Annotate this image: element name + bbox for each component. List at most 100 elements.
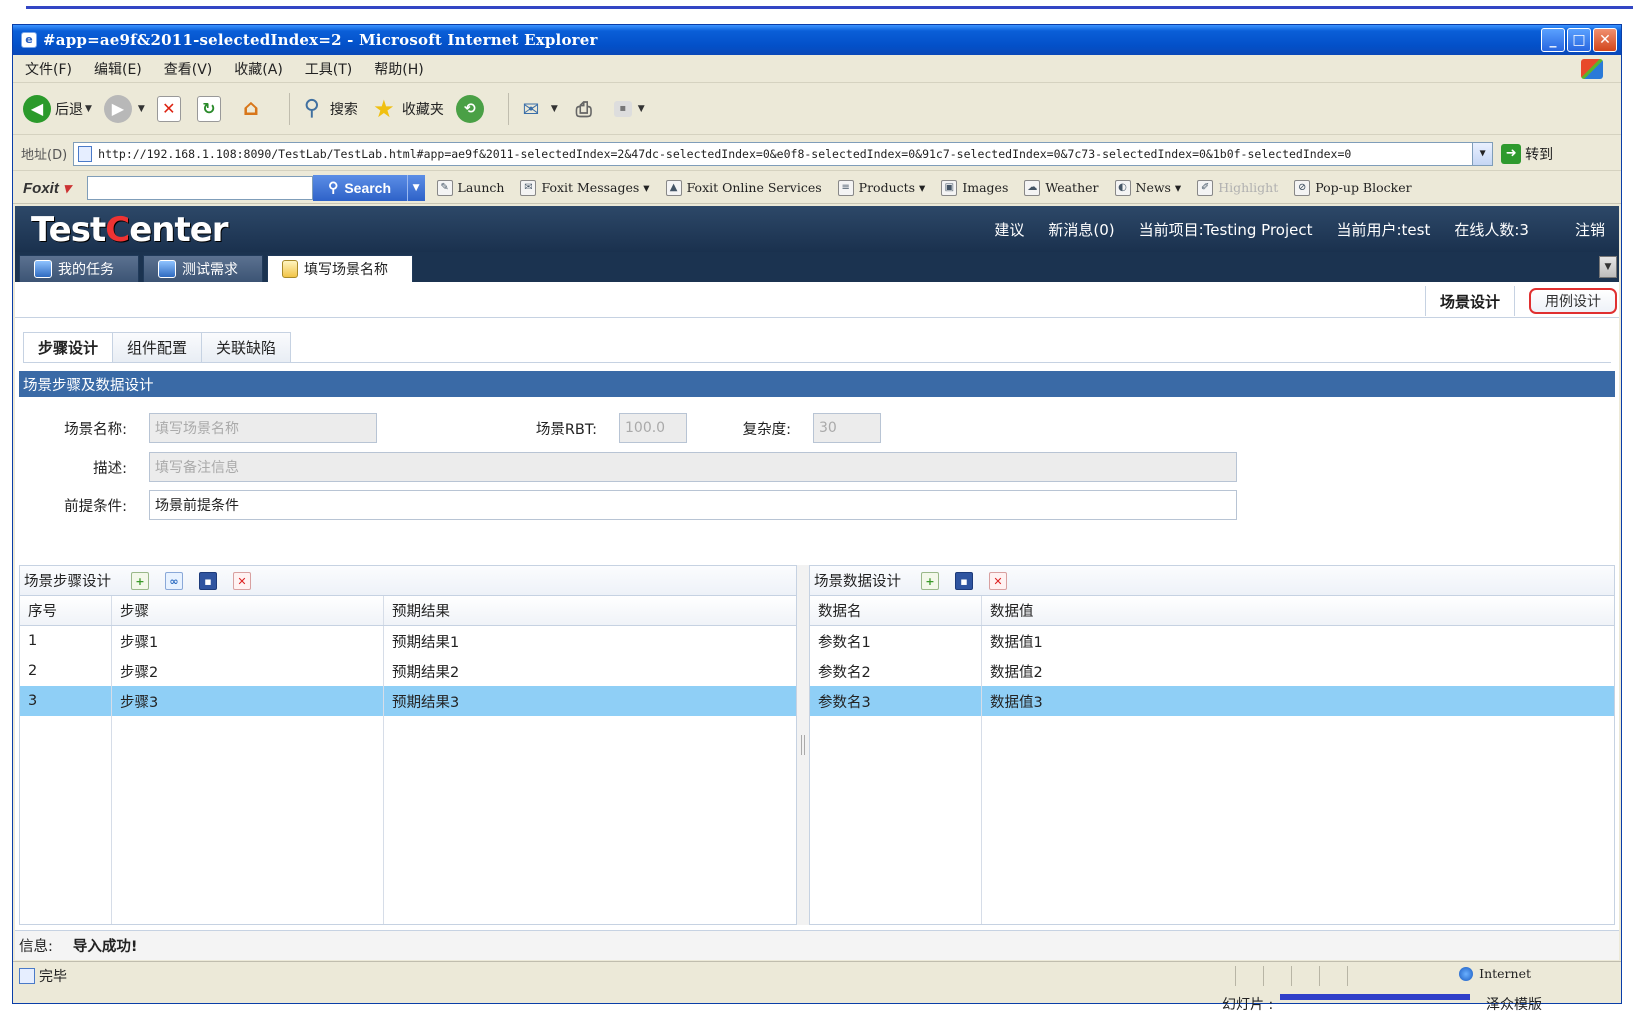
- col-step[interactable]: 步骤: [112, 596, 384, 625]
- save-icon[interactable]: ▪: [955, 571, 973, 590]
- data-panel: 场景数据设计 + ▪ ✕ 数据名 数据值 参数名1 数据值1 参数名2 数据值2…: [809, 565, 1615, 925]
- go-button[interactable]: ➜ 转到: [1501, 143, 1553, 164]
- col-seq[interactable]: 序号: [20, 596, 112, 625]
- mail-button[interactable]: ✉ ▼: [517, 95, 558, 123]
- logout-link[interactable]: 注销: [1575, 219, 1605, 240]
- foxit-products[interactable]: ≡ Products ▾: [837, 179, 925, 196]
- menu-file[interactable]: 文件(F): [25, 59, 72, 79]
- foxit-search-label: Search: [344, 179, 392, 196]
- table-row[interactable]: 参数名1 数据值1: [810, 626, 1614, 656]
- foxit-images[interactable]: ▣ Images: [941, 179, 1008, 196]
- address-dropdown-icon[interactable]: ▼: [1472, 142, 1493, 165]
- address-input[interactable]: http://192.168.1.108:8090/TestLab/TestLa…: [73, 141, 1494, 166]
- status-panel: [1263, 966, 1291, 986]
- foxit-search-button[interactable]: ⚲ Search: [312, 174, 407, 201]
- mail-icon: ✉: [522, 96, 540, 121]
- description-input[interactable]: 填写备注信息: [149, 452, 1237, 482]
- stop-button[interactable]: ✕: [156, 95, 185, 122]
- extra-tool-dropdown-icon[interactable]: ▼: [638, 104, 645, 114]
- add-step-icon[interactable]: +: [131, 571, 149, 590]
- scene-name-label: 场景名称:: [64, 421, 127, 438]
- history-button[interactable]: ⟲: [455, 94, 488, 123]
- complexity-input[interactable]: 30: [813, 413, 881, 443]
- online-services-icon: ▲: [665, 179, 682, 196]
- menu-edit[interactable]: 编辑(E): [94, 59, 142, 79]
- foxit-products-label: Products: [858, 180, 916, 195]
- delete-step-icon[interactable]: ✕: [233, 571, 251, 590]
- cell-seq: 1: [20, 626, 112, 656]
- foxit-news[interactable]: ◐ News ▾: [1114, 179, 1181, 196]
- tab-scene-name[interactable]: 填写场景名称: [267, 255, 413, 282]
- tab-step-design[interactable]: 步骤设计: [23, 332, 114, 362]
- precondition-input[interactable]: 场景前提条件: [149, 490, 1237, 520]
- page-viewport: TestCenter 建议 新消息(0) 当前项目:Testing Projec…: [15, 206, 1619, 930]
- tab-my-tasks[interactable]: 我的任务: [19, 255, 139, 282]
- mail-dropdown-icon[interactable]: ▼: [551, 104, 558, 114]
- menu-favorites[interactable]: 收藏(A): [234, 59, 283, 79]
- maximize-icon[interactable]: □: [1567, 28, 1591, 52]
- scene-design-tab[interactable]: 场景设计: [1424, 286, 1515, 316]
- back-button[interactable]: ◀ 后退 ▼: [23, 94, 92, 123]
- tab-test-requirements[interactable]: 测试需求: [143, 255, 263, 282]
- messages-link[interactable]: 新消息(0): [1048, 219, 1114, 240]
- status-panel: [1235, 966, 1263, 986]
- close-icon[interactable]: ✕: [1593, 28, 1617, 52]
- foxit-popup-blocker[interactable]: ⊘ Pop-up Blocker: [1294, 179, 1412, 196]
- add-data-icon[interactable]: +: [921, 571, 939, 590]
- search-button[interactable]: ⚲ 搜索: [298, 95, 358, 123]
- suggest-link[interactable]: 建议: [994, 219, 1024, 240]
- refresh-button[interactable]: ↻: [196, 95, 225, 122]
- tab-linked-defects[interactable]: 关联缺陷: [201, 332, 292, 362]
- col-data-value[interactable]: 数据值: [982, 596, 1614, 625]
- col-expected[interactable]: 预期结果: [384, 596, 796, 625]
- minimize-icon[interactable]: _: [1541, 28, 1565, 52]
- foxit-weather[interactable]: ☁ Weather: [1024, 179, 1099, 196]
- col-data-name[interactable]: 数据名: [810, 596, 982, 625]
- scene-name-input[interactable]: 填写场景名称: [149, 413, 377, 443]
- forward-button[interactable]: ▶ ▼: [103, 94, 145, 123]
- slide-footer: 幻灯片 : 泽众模版: [0, 994, 1633, 1021]
- menu-tools[interactable]: 工具(T): [305, 59, 352, 79]
- foxit-online-services[interactable]: ▲ Foxit Online Services: [665, 179, 822, 196]
- foxit-search-input[interactable]: [86, 175, 313, 200]
- menu-view[interactable]: 查看(V): [164, 59, 213, 79]
- steps-grid-empty-area: [20, 716, 796, 924]
- foxit-highlight[interactable]: ✐ Highlight: [1197, 179, 1278, 196]
- table-row[interactable]: 参数名2 数据值2: [810, 656, 1614, 686]
- foxit-launch[interactable]: ✎ Launch: [436, 179, 504, 196]
- print-button[interactable]: ⎙: [570, 95, 602, 123]
- ie-page-icon: e: [21, 32, 37, 48]
- foxit-messages[interactable]: ✉ Foxit Messages ▾: [520, 179, 650, 196]
- delete-data-icon[interactable]: ✕: [989, 571, 1007, 590]
- tab-scroll-icon[interactable]: ▼: [1599, 256, 1617, 278]
- home-button[interactable]: ⌂: [237, 95, 269, 123]
- usecase-design-tab[interactable]: 用例设计: [1529, 288, 1617, 314]
- inner-tabs: 步骤设计 组件配置 关联缺陷: [23, 332, 292, 362]
- cell-expected: 预期结果2: [392, 664, 460, 681]
- window-controls: _ □ ✕: [1541, 28, 1617, 52]
- foxit-logo[interactable]: Foxit ▾: [23, 179, 71, 197]
- app-header: TestCenter 建议 新消息(0) 当前项目:Testing Projec…: [15, 206, 1619, 252]
- foxit-search-dropdown-icon[interactable]: ▼: [406, 174, 425, 201]
- table-row[interactable]: 2 步骤2 预期结果2: [20, 656, 796, 686]
- insert-step-icon[interactable]: ∞: [165, 571, 183, 590]
- table-row[interactable]: 1 步骤1 预期结果1: [20, 626, 796, 656]
- extra-tool-button[interactable]: ▪ ▼: [613, 100, 645, 117]
- current-project[interactable]: 当前项目:Testing Project: [1139, 219, 1313, 240]
- window-title: #app=ae9f&2011-selectedIndex=2 - Microso…: [43, 31, 598, 49]
- tab-my-tasks-label: 我的任务: [58, 262, 114, 278]
- back-dropdown-icon[interactable]: ▼: [85, 104, 92, 114]
- logo-part-2: C: [105, 210, 130, 250]
- tab-component-config[interactable]: 组件配置: [112, 332, 203, 362]
- save-icon[interactable]: ▪: [199, 571, 217, 590]
- news-icon: ◐: [1114, 179, 1131, 196]
- rbt-input[interactable]: 100.0: [619, 413, 687, 443]
- table-row-selected[interactable]: 3 步骤3 预期结果3: [20, 686, 796, 716]
- favorites-button[interactable]: ★ 收藏夹: [370, 95, 444, 123]
- forward-dropdown-icon[interactable]: ▼: [138, 104, 145, 114]
- table-row-selected[interactable]: 参数名3 数据值3: [810, 686, 1614, 716]
- panel-splitter[interactable]: [797, 565, 809, 925]
- steps-panel-title: 场景步骤设计: [24, 574, 111, 590]
- ie-toolbar: ◀ 后退 ▼ ▶ ▼ ✕ ↻ ⌂ ⚲ 搜索 ★ 收藏夹 ⟲ ✉ ▼ ⎙ ▪ ▼: [13, 83, 1621, 135]
- menu-help[interactable]: 帮助(H): [374, 59, 423, 79]
